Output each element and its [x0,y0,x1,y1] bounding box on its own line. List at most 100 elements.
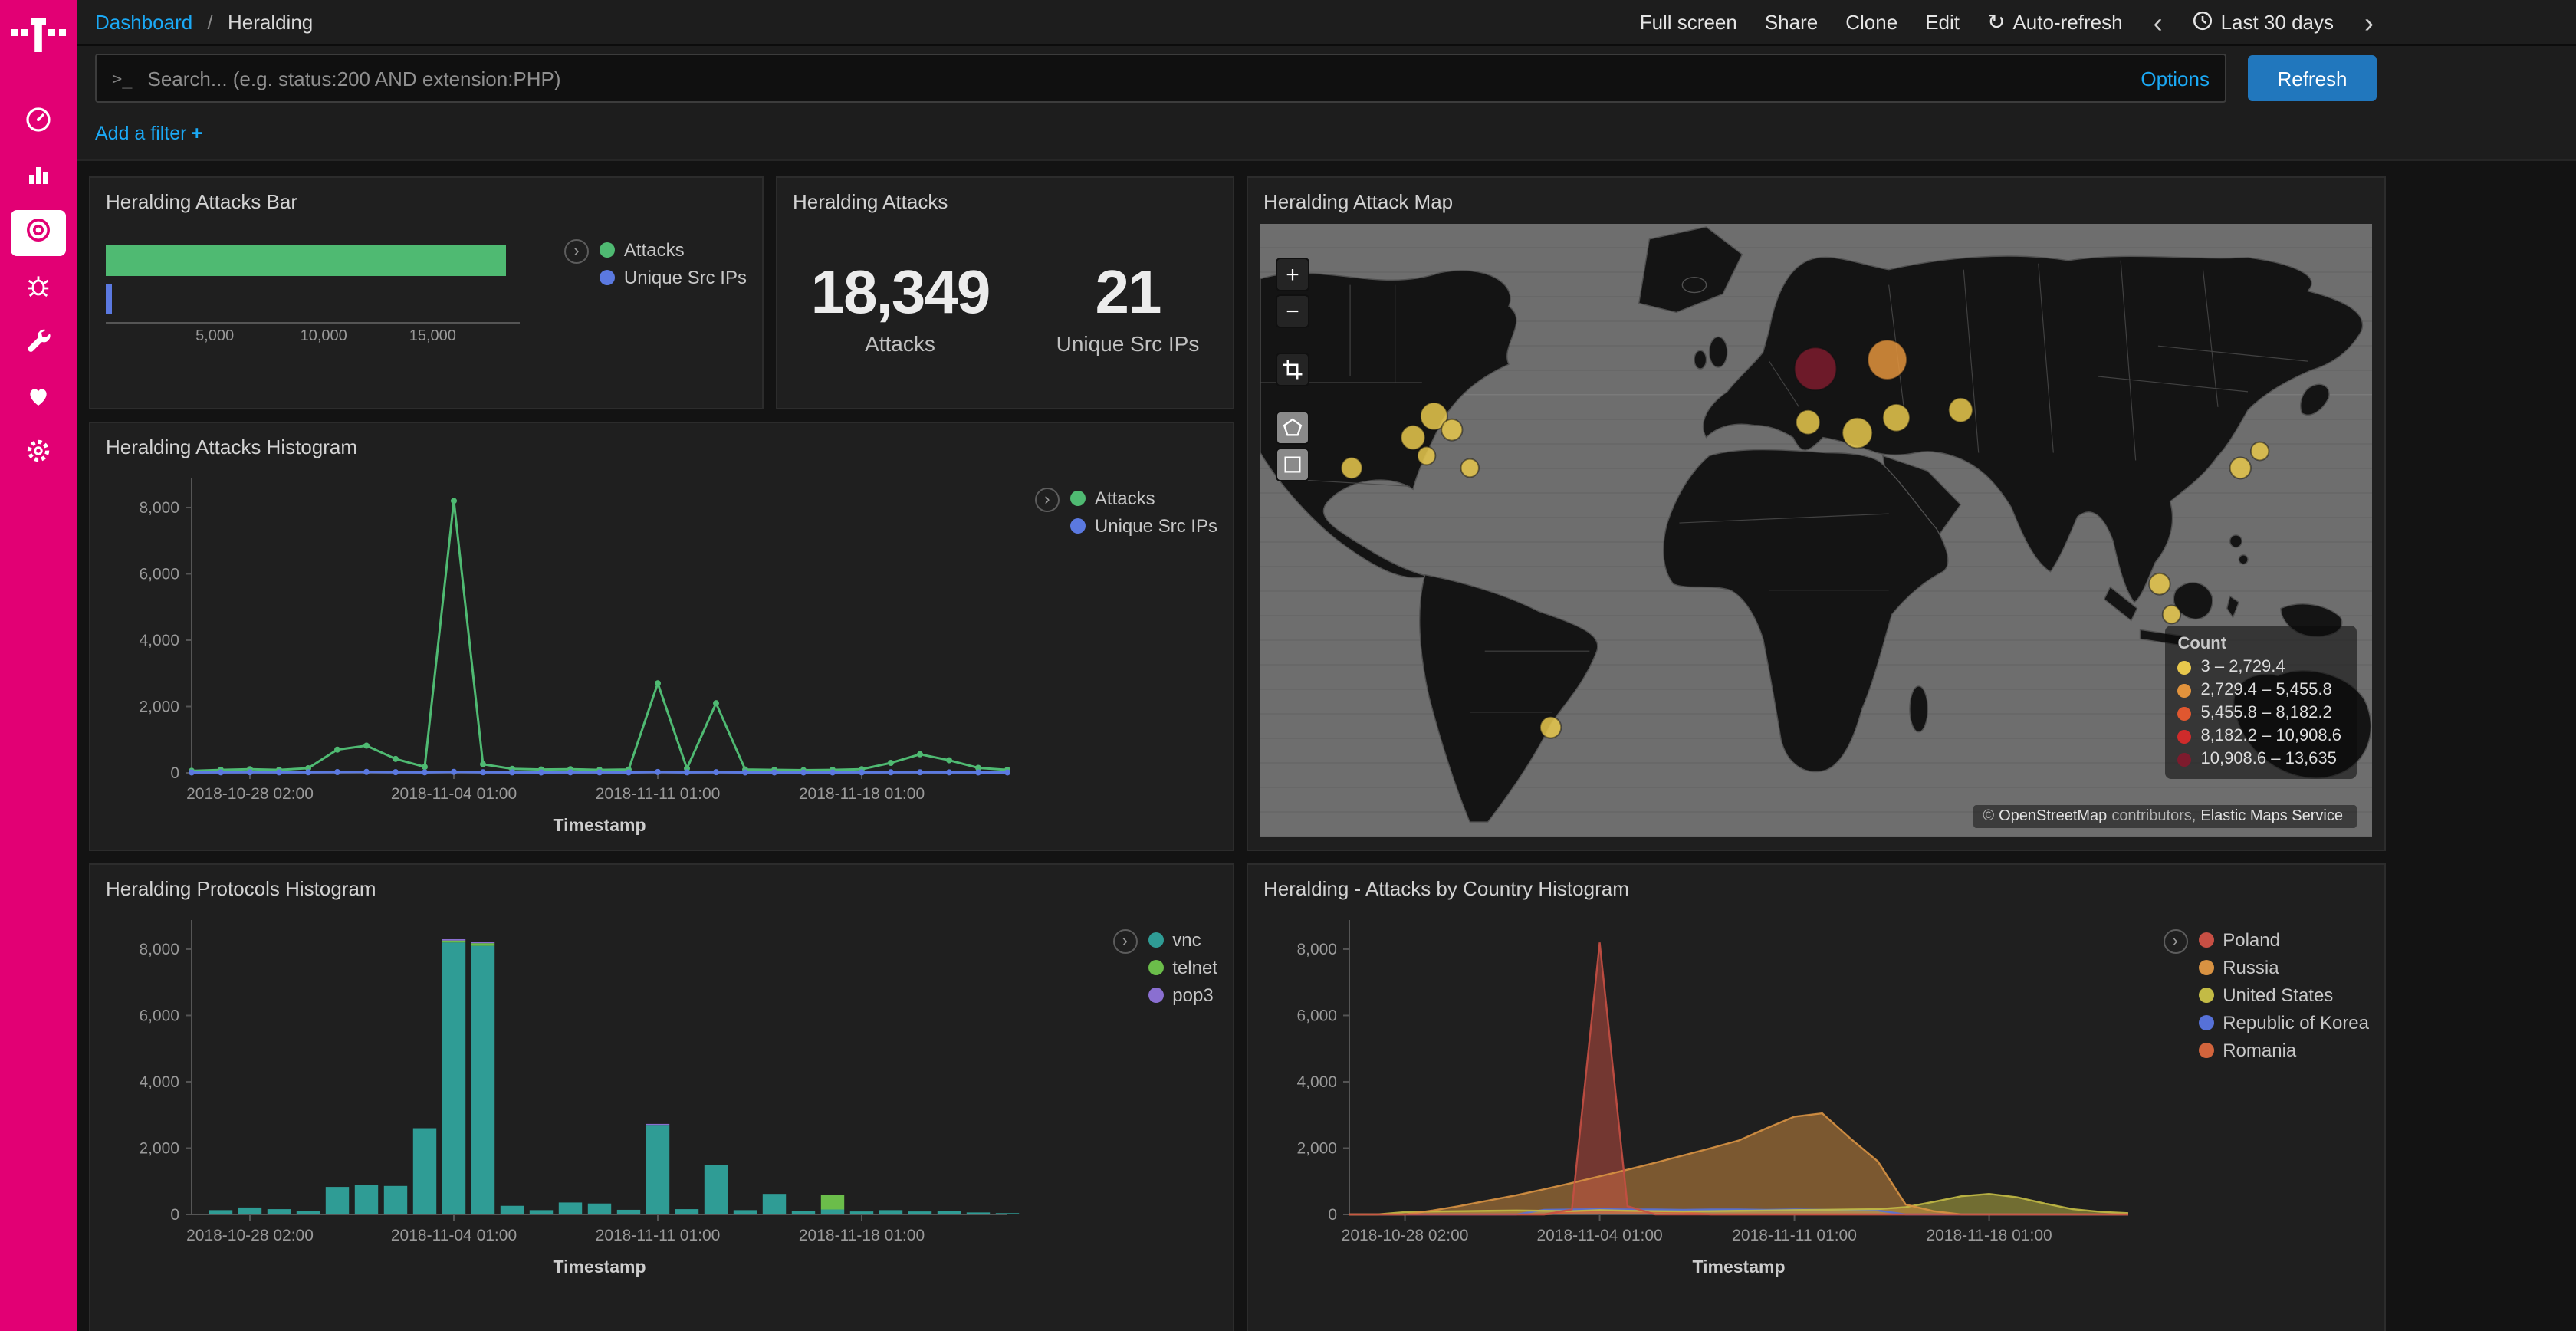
osm-link[interactable]: OpenStreetMap [1999,808,2107,825]
auto-refresh-button[interactable]: ↻ Auto-refresh [1987,9,2123,35]
legend-dot [1148,988,1163,1003]
panel-attacks-histogram: Heralding Attacks Histogram 02,0004,0006… [89,422,1234,851]
legend-item-republic-of-korea[interactable]: Republic of Korea [2198,1012,2369,1034]
edit-button[interactable]: Edit [1925,11,1960,34]
legend-toggle-icon[interactable]: › [1112,929,1137,954]
auto-refresh-icon: ↻ [1987,9,2005,35]
bug-icon [25,271,52,306]
legend-item-united-states[interactable]: United States [2198,984,2369,1006]
legend-item-romania[interactable]: Romania [2198,1040,2369,1061]
time-forward-chevron[interactable]: › [2361,8,2377,36]
metric-attacks: 18,349 Attacks [811,259,990,356]
legend-item-unique-src-ips[interactable]: Unique Src IPs [600,267,747,288]
time-range-picker[interactable]: Last 30 days [2193,10,2334,35]
telekom-logo-icon [11,12,66,58]
attack-location-dot [2149,573,2170,595]
sidebar-item-tools[interactable] [11,320,66,366]
legend-toggle-icon[interactable]: › [2163,929,2187,954]
attack-location-dot [1401,426,1424,450]
elastic-maps-link[interactable]: Elastic Maps Service [2200,808,2343,825]
breadcrumb-dashboard-link[interactable]: Dashboard [95,11,192,34]
attack-location-dot [1795,347,1837,390]
crop-icon [1282,359,1303,380]
legend-toggle-icon[interactable]: › [564,239,589,264]
panel-title: Heralding Attacks Histogram [90,423,1233,458]
legend-item-poland[interactable]: Poland [2198,929,2369,951]
attack-location-dot [1796,410,1820,435]
sidebar-item-security[interactable] [11,210,66,256]
terminal-prompt-icon: >_ [112,68,133,88]
time-back-chevron[interactable]: ‹ [2150,8,2166,36]
attack-location-dot [1842,418,1872,449]
legend-dot [2198,932,2213,948]
attack-location-dot [1540,717,1561,738]
panel-protocols-histogram: Heralding Protocols Histogram 02,0004,00… [89,863,1234,1331]
crop-tool-button[interactable] [1276,353,1309,386]
svg-text:6,000: 6,000 [139,1007,179,1024]
legend-dot [600,270,615,285]
topbar-actions: Full screen Share Clone Edit ↻ Auto-refr… [1640,8,2377,36]
metric-unique-src-ips: 21 Unique Src IPs [1056,259,1200,356]
panel-attacks-metric: Heralding Attacks 18,349 Attacks 21 Uniq… [776,176,1234,409]
sidebar-item-analytics[interactable] [11,155,66,201]
svg-text:0: 0 [170,764,179,782]
clock-icon [2193,10,2213,35]
share-button[interactable]: Share [1765,11,1818,34]
metric-value: 18,349 [811,259,990,328]
zoom-in-button[interactable]: + [1276,258,1309,291]
panel-title: Heralding Attacks [777,178,1233,213]
sidebar-item-health[interactable] [11,376,66,422]
world-map[interactable]: + − [1260,224,2372,837]
sidebar-item-settings[interactable] [11,431,66,477]
metric-value: 21 [1056,259,1200,328]
protocols-histogram-chart: 02,0004,0006,0008,0002018-10-28 02:00201… [103,908,1023,1297]
chart-legend: › Attacks Unique Src IPs [564,239,747,288]
rectangle-tool-button[interactable] [1276,448,1309,481]
legend-item-telnet[interactable]: telnet [1148,957,1217,978]
attack-location-dot [1418,447,1435,465]
polygon-tool-button[interactable] [1276,411,1309,445]
add-filter-link[interactable]: Add a filter+ [95,123,202,144]
svg-text:2,000: 2,000 [139,698,179,715]
legend-item-pop3[interactable]: pop3 [1148,984,1217,1006]
svg-text:8,000: 8,000 [139,941,179,958]
filter-bar: Add a filter+ [77,113,2576,161]
refresh-button[interactable]: Refresh [2248,55,2377,101]
legend-dot [2198,1015,2213,1030]
legend-item-russia[interactable]: Russia [2198,957,2369,978]
legend-dot [1070,491,1086,506]
clone-button[interactable]: Clone [1845,11,1898,34]
panel-country-histogram: Heralding - Attacks by Country Histogram… [1247,863,2386,1331]
svg-text:2018-11-11 01:00: 2018-11-11 01:00 [596,1227,721,1244]
zoom-out-button[interactable]: − [1276,294,1309,328]
chart-legend: › vnc telnet pop3 [1112,929,1217,1006]
polygon-icon [1282,417,1303,439]
legend-item-attacks[interactable]: Attacks [1070,488,1217,509]
legend-dot [2178,729,2192,743]
svg-text:2018-11-18 01:00: 2018-11-18 01:00 [799,785,925,803]
options-link[interactable]: Options [2141,67,2210,90]
sidebar-item-dashboard[interactable] [11,100,66,146]
legend-item-attacks[interactable]: Attacks [600,239,747,261]
legend-dot [2198,960,2213,975]
query-input-wrap: >_ Options [95,54,2226,103]
full-screen-button[interactable]: Full screen [1640,11,1737,34]
legend-toggle-icon[interactable]: › [1035,488,1060,512]
metric-label: Attacks [811,331,990,356]
svg-text:0: 0 [170,1206,179,1224]
attacks-bar-chart: 5,00010,00015,000 [106,245,520,347]
hbar-unique-src-ips [106,284,112,314]
legend-item-vnc[interactable]: vnc [1148,929,1217,951]
legend-item-unique-src-ips[interactable]: Unique Src IPs [1070,515,1217,537]
svg-text:2018-10-28 02:00: 2018-10-28 02:00 [186,1227,314,1244]
panel-title: Heralding Protocols Histogram [90,865,1233,900]
svg-text:8,000: 8,000 [139,499,179,517]
breadcrumb: Dashboard / Heralding [95,11,313,34]
search-input[interactable] [145,65,2129,91]
telekom-logo[interactable] [11,12,66,66]
legend-item: 10,908.6 – 13,635 [2178,750,2342,768]
svg-text:2018-11-11 01:00: 2018-11-11 01:00 [596,785,721,803]
dashboard-grid: Heralding Attacks Bar 5,00010,00015,000 … [77,161,2576,1331]
svg-text:2018-11-18 01:00: 2018-11-18 01:00 [799,1227,925,1244]
sidebar-item-bug[interactable] [11,265,66,311]
